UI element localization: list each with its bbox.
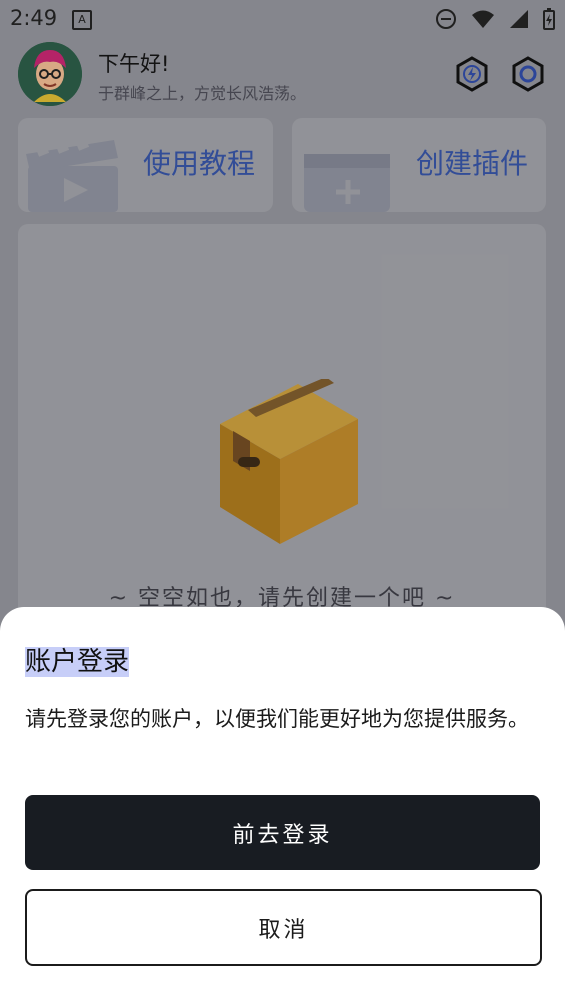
status-bar: 2:49 A (0, 0, 565, 38)
add-window-icon (304, 154, 390, 212)
cancel-button[interactable]: 取消 (25, 889, 542, 966)
lightning-hex-icon (456, 56, 488, 92)
signal-icon (510, 10, 528, 28)
go-login-button[interactable]: 前去登录 (25, 795, 540, 870)
greeting-text: 下午好! (98, 52, 170, 76)
status-time: 2:49 (10, 6, 58, 30)
tutorial-card[interactable]: 使用教程 (18, 118, 273, 212)
create-plugin-card-title: 创建插件 (415, 147, 528, 180)
plugin-list-panel: ~ 空空如也，请先创建一个吧 ~ (18, 224, 546, 644)
create-plugin-card[interactable]: 创建插件 (292, 118, 546, 212)
header: 下午好! 于群峰之上，方觉长风浩荡。 (18, 42, 548, 106)
clapperboard-icon (26, 140, 118, 212)
box-icon (220, 379, 358, 544)
status-icons (435, 8, 555, 30)
battery-icon (543, 8, 555, 30)
greeting-subtitle: 于群峰之上，方觉长风浩荡。 (98, 84, 307, 103)
login-bottom-sheet: 账户登录 请先登录您的账户，以便我们能更好地为您提供服务。 前去登录 取消 (0, 607, 565, 1004)
do-not-disturb-icon (436, 9, 456, 29)
a-badge-icon: A (72, 10, 92, 30)
tutorial-card-title: 使用教程 (142, 147, 255, 180)
lightning-button[interactable] (454, 56, 490, 92)
sheet-description: 请先登录您的账户，以便我们能更好地为您提供服务。 (25, 707, 529, 731)
settings-button[interactable] (510, 56, 546, 92)
sheet-title-text: 账户登录 (25, 647, 130, 677)
wifi-icon (472, 10, 494, 28)
avatar-illustration-icon (18, 42, 82, 106)
avatar[interactable] (18, 42, 82, 106)
settings-hex-icon (512, 56, 544, 92)
sheet-title: 账户登录 (25, 641, 130, 678)
